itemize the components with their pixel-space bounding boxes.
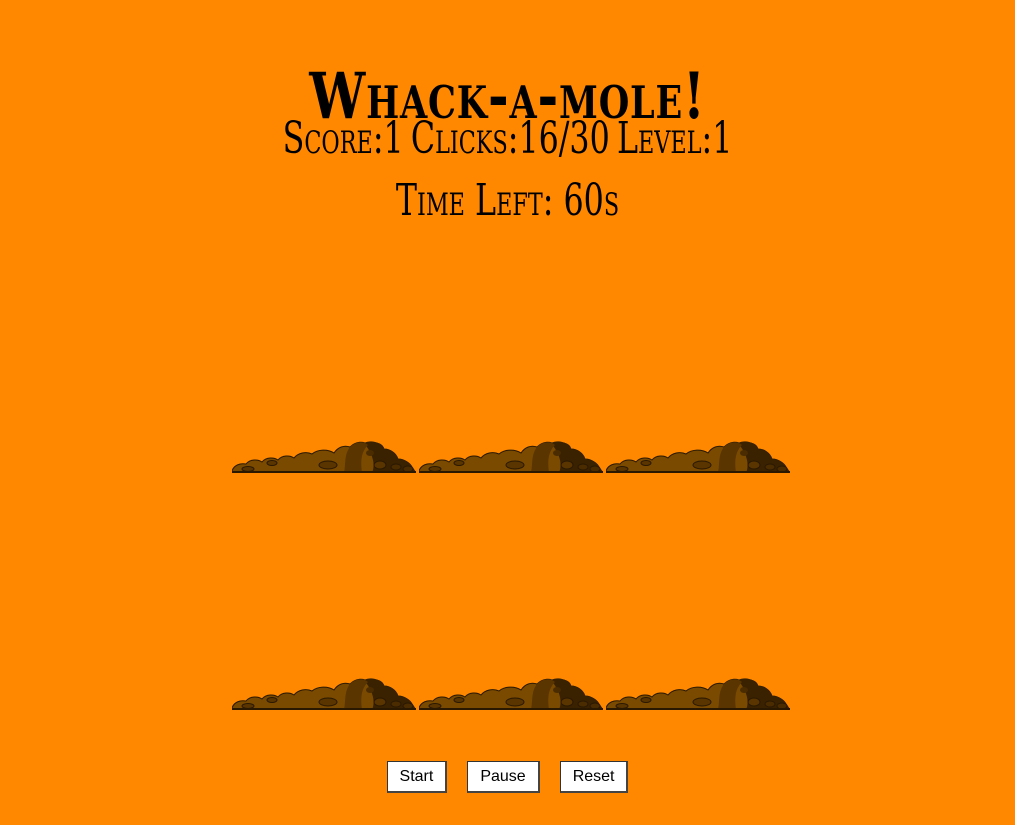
controls-bar: Start Pause Reset — [0, 761, 1015, 793]
mole-hole-2[interactable] — [419, 236, 603, 473]
start-button[interactable]: Start — [386, 761, 448, 793]
time-left-label: Time Left: — [395, 175, 554, 226]
reset-button[interactable]: Reset — [559, 761, 629, 793]
timer-line: Time Left: 60s — [142, 172, 873, 230]
dirt-mound-icon — [232, 441, 416, 473]
clicks-label: Clicks: — [410, 113, 519, 164]
dirt-mound-icon — [232, 678, 416, 710]
mole-hole-5[interactable] — [419, 473, 603, 710]
time-left-value: 60s — [563, 175, 620, 226]
mole-hole-6[interactable] — [606, 473, 790, 710]
mole-hole-3[interactable] — [606, 236, 790, 473]
mole-grid — [232, 236, 792, 710]
dirt-mound-icon — [606, 441, 790, 473]
score-label: Score: — [282, 113, 384, 164]
stats-line: Score:1 Clicks:16/30 Level:1 — [142, 110, 873, 168]
dirt-mound-icon — [606, 678, 790, 710]
clicks-value: 16/30 — [518, 113, 610, 164]
mole-hole-4[interactable] — [232, 473, 416, 710]
mole-hole-1[interactable] — [232, 236, 416, 473]
dirt-mound-icon — [419, 441, 603, 473]
score-value: 1 — [383, 113, 404, 164]
pause-button[interactable]: Pause — [467, 761, 540, 793]
level-label: Level: — [616, 113, 713, 164]
level-value: 1 — [712, 113, 733, 164]
dirt-mound-icon — [419, 678, 603, 710]
